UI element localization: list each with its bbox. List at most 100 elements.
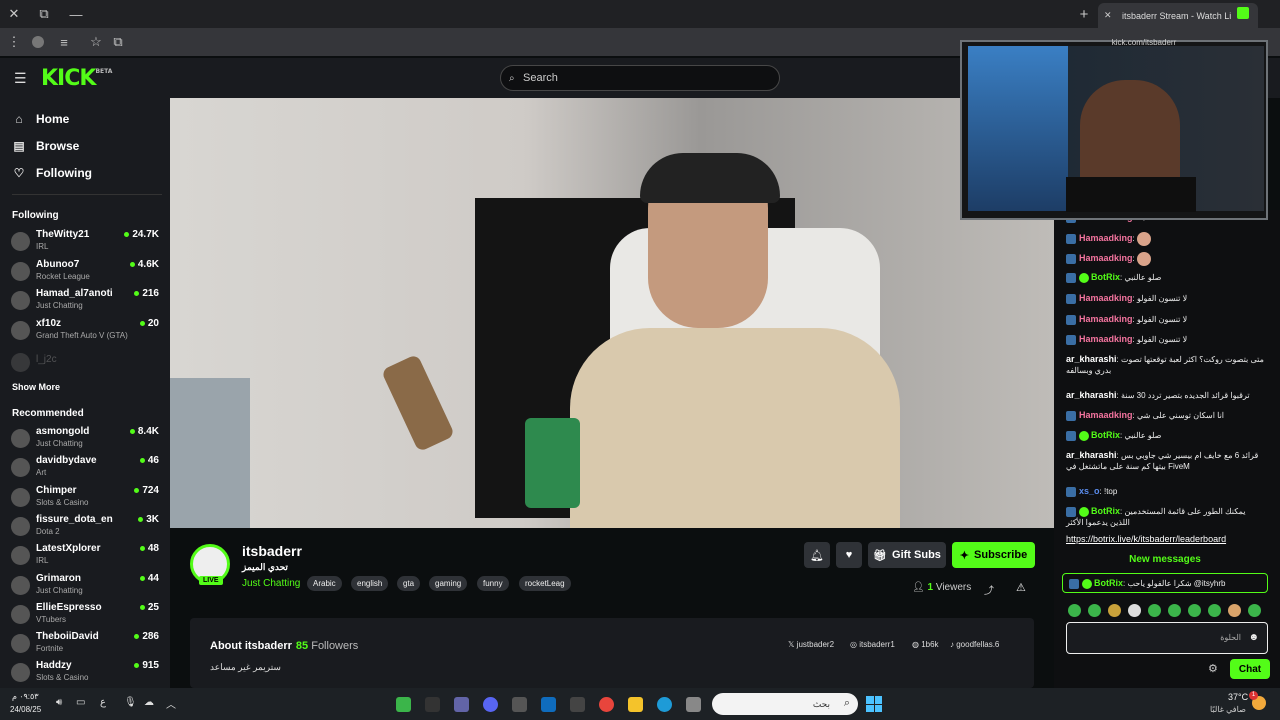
pip-webcam-overlay[interactable]: kick.com/itsbaderr	[960, 38, 1268, 220]
onedrive-icon[interactable]: ☁	[144, 697, 154, 708]
channel-item[interactable]: Chimper Slots & Casino 724	[11, 485, 161, 513]
chat-username[interactable]: BotRix	[1091, 272, 1120, 282]
edge-icon[interactable]	[657, 697, 672, 712]
search-input[interactable]: ⌕ Search	[500, 65, 780, 91]
language-indicator[interactable]: ع	[100, 697, 106, 708]
browser-tab[interactable]: ✕ itsbaderr Stream - Watch Li	[1098, 3, 1258, 28]
taskbar-app-icon[interactable]	[425, 697, 440, 712]
tag-chip[interactable]: Arabic	[307, 576, 342, 591]
chat-username[interactable]: ar_kharashi	[1066, 390, 1117, 400]
social-tiktok[interactable]: ♪ goodfellas.6	[950, 640, 999, 649]
nav-home[interactable]: ⌂ Home	[12, 109, 69, 129]
taskbar-app-icon[interactable]	[686, 697, 701, 712]
emote-icon[interactable]	[1248, 604, 1261, 617]
chat-username[interactable]: Hamaadking	[1079, 293, 1133, 303]
emote-icon[interactable]	[1188, 604, 1201, 617]
new-messages-divider[interactable]: New messages	[1060, 554, 1270, 565]
emoji-icon[interactable]: ☻	[1248, 632, 1259, 643]
tag-chip[interactable]: english	[351, 576, 389, 591]
social-instagram[interactable]: ◎ itsbaderr1	[850, 640, 895, 649]
video-player[interactable]	[170, 98, 1054, 528]
follow-heart-icon[interactable]: ♥	[836, 542, 862, 568]
nav-browse[interactable]: ▤ Browse	[12, 136, 79, 156]
taskbar-app-icon[interactable]	[570, 697, 585, 712]
volume-icon[interactable]: 🔊︎	[56, 697, 62, 708]
teams-icon[interactable]	[454, 697, 469, 712]
menu-dots-icon[interactable]: ⋮	[2, 28, 26, 56]
channel-item[interactable]: LatestXplorer IRL 48	[11, 543, 161, 571]
report-warning-icon[interactable]: ⚠	[1016, 581, 1026, 594]
file-explorer-icon[interactable]	[628, 697, 643, 712]
outlook-icon[interactable]	[541, 697, 556, 712]
clock-time[interactable]: ٠٩:٥٣ م	[12, 692, 39, 701]
playlist-icon[interactable]: ≡	[52, 28, 76, 56]
channel-item[interactable]: fissure_dota_en Dota 2 3K	[11, 514, 161, 542]
chat-username[interactable]: xs_o	[1079, 486, 1100, 496]
tag-chip[interactable]: funny	[477, 576, 509, 591]
chat-username[interactable]: Hamaadking	[1079, 233, 1133, 243]
emote-icon[interactable]	[1228, 604, 1241, 617]
gear-icon[interactable]: ⚙	[1208, 662, 1218, 675]
chat-username[interactable]: Hamaadking	[1079, 314, 1133, 324]
network-icon[interactable]: ▭	[76, 697, 85, 708]
taskbar-search[interactable]: بحث ⌕	[712, 693, 858, 715]
channel-item[interactable]: EllieEspresso VTubers 25	[11, 602, 161, 630]
taskbar-app-icon[interactable]	[512, 697, 527, 712]
subscribe-button[interactable]: ✦ Subscribe	[952, 542, 1035, 568]
chat-input[interactable]: الحلوة ☻	[1066, 622, 1268, 654]
chat-username[interactable]: ar_kharashi	[1066, 450, 1117, 460]
weather-condition[interactable]: صافي غالبًا	[1210, 705, 1246, 714]
chat-username[interactable]: BotRix	[1091, 506, 1120, 516]
emote-icon[interactable]	[1068, 604, 1081, 617]
profile-icon[interactable]	[32, 36, 44, 48]
new-tab-button[interactable]: +	[1072, 0, 1096, 28]
emote-icon[interactable]	[1108, 604, 1121, 617]
discord-icon[interactable]	[483, 697, 498, 712]
tag-chip[interactable]: gaming	[429, 576, 468, 591]
star-icon[interactable]: ☆	[84, 28, 108, 56]
chat-username[interactable]: BotRix	[1091, 430, 1120, 440]
channel-item[interactable]: Haddzy Slots & Casino 915	[11, 660, 161, 688]
chat-username[interactable]: ar_kharashi	[1066, 354, 1117, 364]
nav-following[interactable]: ♡ Following	[12, 163, 92, 183]
minimize-window-icon[interactable]: —	[64, 0, 88, 28]
emote-icon[interactable]	[1128, 604, 1141, 617]
notification-bell-icon[interactable]: 🔔︎	[804, 542, 830, 568]
offline-channel[interactable]: l_j2c	[11, 350, 161, 378]
windows-start-icon[interactable]	[866, 696, 882, 712]
chat-username[interactable]: Hamaadking	[1079, 410, 1133, 420]
gift-subs-button[interactable]: 🎁︎ Gift Subs	[868, 542, 946, 568]
extension-icon[interactable]: ⧉	[106, 28, 130, 56]
restore-window-icon[interactable]: ⧉	[32, 0, 56, 28]
social-x[interactable]: 𝕏 justbader2	[788, 640, 834, 649]
kick-logo[interactable]: KICKBETA	[41, 66, 112, 91]
chevron-up-icon[interactable]: ︿	[166, 696, 176, 711]
show-more-button[interactable]: Show More	[12, 382, 60, 392]
emote-icon[interactable]	[1088, 604, 1101, 617]
leaderboard-link[interactable]: https://botrix.live/k/itsbaderr/leaderbo…	[1066, 534, 1266, 545]
channel-item[interactable]: Hamad_al7anoti Just Chatting 216	[11, 288, 161, 316]
channel-item[interactable]: Grimaron Just Chatting 44	[11, 573, 161, 601]
channel-item[interactable]: xf10z Grand Theft Auto V (GTA) 20	[11, 318, 161, 346]
chat-send-button[interactable]: Chat	[1230, 659, 1270, 679]
channel-item[interactable]: TheboiiDavid Fortnite 286	[11, 631, 161, 659]
hamburger-menu-icon[interactable]: ☰	[14, 70, 27, 87]
tag-chip[interactable]: rocketLeag	[519, 576, 571, 591]
channel-item[interactable]: TheWitty21 IRL 24.7K	[11, 229, 161, 257]
taskbar-app-icon[interactable]	[396, 697, 411, 712]
streamer-name[interactable]: itsbaderr	[242, 543, 302, 559]
weather-temp[interactable]: 37°C	[1228, 692, 1248, 702]
tab-close-icon[interactable]: ✕	[1104, 10, 1112, 21]
chrome-icon[interactable]	[599, 697, 614, 712]
channel-item[interactable]: Abunoo7 Rocket League 4.6K	[11, 259, 161, 287]
channel-item[interactable]: davidbydave Art 46	[11, 455, 161, 483]
emote-icon[interactable]	[1208, 604, 1221, 617]
share-icon[interactable]: ⤴	[984, 582, 994, 597]
close-window-icon[interactable]: ✕	[2, 0, 26, 28]
clock-date[interactable]: 24/08/25	[10, 705, 41, 714]
stream-category[interactable]: Just Chatting	[242, 578, 300, 589]
channel-item[interactable]: asmongold Just Chatting 8.4K	[11, 426, 161, 454]
emote-icon[interactable]	[1148, 604, 1161, 617]
social-snapchat[interactable]: ◍ 1b6k	[912, 640, 939, 649]
microphone-icon[interactable]: 🎙︎	[124, 697, 137, 708]
